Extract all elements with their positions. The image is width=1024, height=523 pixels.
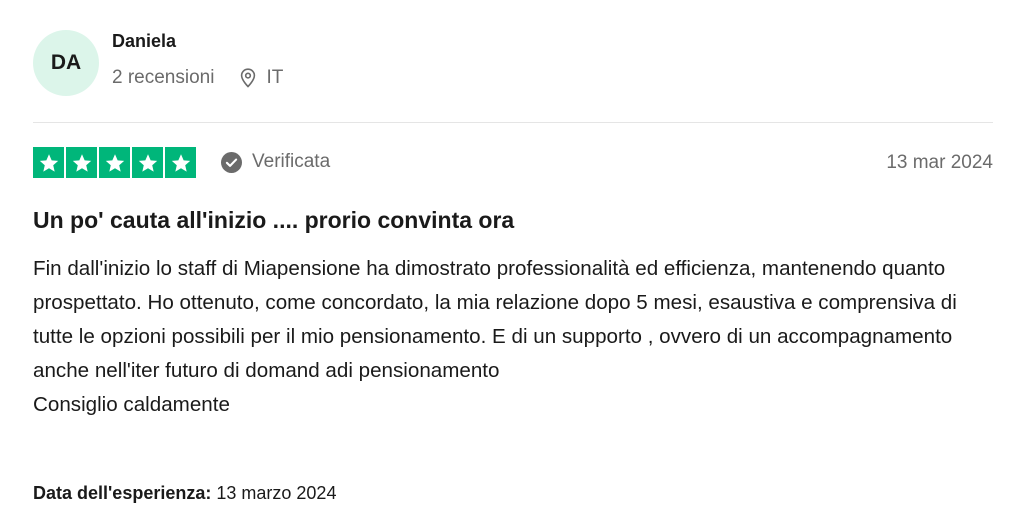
consumer-name[interactable]: Daniela [112, 30, 283, 52]
star-icon [165, 147, 196, 178]
experience-value: 13 marzo 2024 [216, 483, 337, 503]
country-code: IT [266, 67, 284, 88]
verified-check-icon [221, 151, 242, 173]
review-title[interactable]: Un po' cauta all'inizio .... prorio conv… [33, 205, 514, 235]
consumer-location: IT [240, 66, 283, 90]
star-icon [99, 147, 130, 178]
verified-badge[interactable]: Verificata [221, 151, 330, 173]
star-icon [132, 147, 163, 178]
avatar[interactable]: DA [33, 30, 99, 96]
star-icon [66, 147, 97, 178]
review-body-paragraph: Consiglio caldamente [33, 393, 230, 416]
consumer-meta: 2 recensioni IT [112, 66, 283, 90]
star-icon [33, 147, 64, 178]
consumer-info: Daniela 2 recensioni IT [112, 31, 283, 90]
review-body-paragraph: Fin dall'inizio lo staff di Miapensione … [33, 257, 957, 382]
reviews-count: 2 recensioni [112, 67, 215, 88]
consumer-header[interactable]: DA Daniela 2 recensioni IT [33, 28, 283, 98]
star-rating [33, 147, 196, 178]
experience-label: Data dell'esperienza: [33, 483, 212, 503]
rating-row: Verificata 13 mar 2024 [33, 147, 993, 179]
review-date: 13 mar 2024 [886, 152, 993, 173]
experience-date: Data dell'esperienza: 13 marzo 2024 [33, 481, 336, 505]
verified-label: Verificata [252, 151, 331, 172]
review-body: Fin dall'inizio lo staff di Miapensione … [33, 252, 993, 422]
review-card: DA Daniela 2 recensioni IT Verificata 13… [33, 0, 993, 523]
location-pin-icon [241, 68, 256, 88]
divider [33, 122, 993, 123]
